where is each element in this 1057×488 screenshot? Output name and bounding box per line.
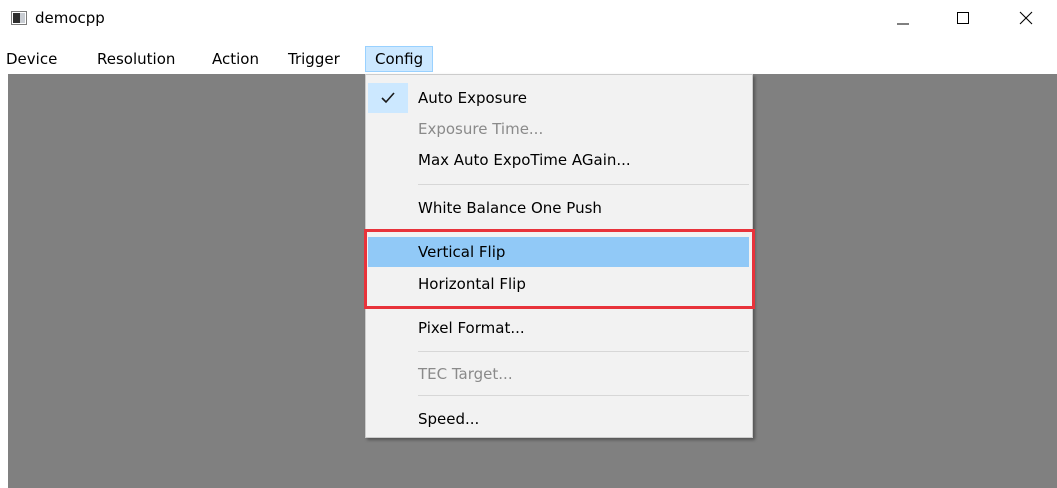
close-icon xyxy=(1019,11,1033,25)
checkmark-icon xyxy=(368,83,408,113)
menu-action[interactable]: Action xyxy=(212,46,259,72)
app-icon xyxy=(11,11,27,25)
menu-config[interactable]: Config xyxy=(365,46,434,72)
minimize-icon xyxy=(897,23,909,25)
window-title: democpp xyxy=(35,9,105,27)
menu-item-white-balance[interactable]: White Balance One Push xyxy=(368,193,749,223)
annotation-highlight-box xyxy=(364,229,755,309)
menu-bar: Device Resolution Action Trigger Config xyxy=(0,46,1057,73)
menu-item-label: TEC Target... xyxy=(418,365,513,383)
menu-item-label: Auto Exposure xyxy=(418,89,528,107)
app-window: democpp Device Resolution Action Trigger… xyxy=(0,0,1057,488)
menu-item-label: Exposure Time... xyxy=(418,120,544,138)
menu-item-auto-exposure[interactable]: Auto Exposure xyxy=(368,83,749,113)
menu-item-exposure-time: Exposure Time... xyxy=(368,114,749,144)
menu-item-label: Pixel Format... xyxy=(418,319,525,337)
menu-item-tec-target: TEC Target... xyxy=(368,359,749,389)
menu-separator xyxy=(418,184,749,185)
menu-separator xyxy=(418,395,749,396)
close-button[interactable] xyxy=(1003,0,1049,36)
menu-separator xyxy=(418,351,749,352)
menu-item-pixel-format[interactable]: Pixel Format... xyxy=(368,313,749,343)
menu-item-speed[interactable]: Speed... xyxy=(368,404,749,434)
menu-item-label: Max Auto ExpoTime AGain... xyxy=(418,151,631,169)
menu-item-max-auto-expotime[interactable]: Max Auto ExpoTime AGain... xyxy=(368,145,749,175)
menu-item-label: Speed... xyxy=(418,410,480,428)
menu-resolution[interactable]: Resolution xyxy=(97,46,175,72)
title-bar: democpp xyxy=(0,0,1057,40)
menu-trigger[interactable]: Trigger xyxy=(288,46,340,72)
menu-item-label: White Balance One Push xyxy=(418,199,602,217)
maximize-button[interactable] xyxy=(940,0,986,36)
maximize-icon xyxy=(957,12,969,24)
minimize-button[interactable] xyxy=(880,0,926,36)
menu-device[interactable]: Device xyxy=(6,46,57,72)
